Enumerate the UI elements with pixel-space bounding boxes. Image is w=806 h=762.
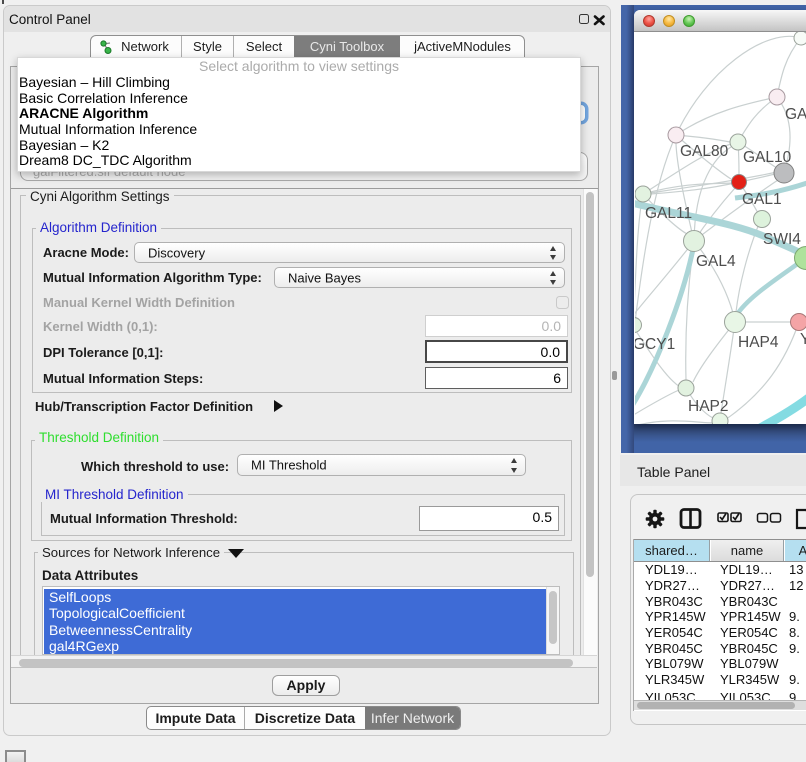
svg-text:GAL10: GAL10: [743, 149, 792, 166]
svg-text:GCY1: GCY1: [635, 336, 675, 353]
svg-text:Y: Y: [800, 331, 806, 348]
svg-text:GAL11: GAL11: [645, 205, 692, 222]
svg-text:GAL4: GAL4: [696, 253, 736, 270]
svg-text:HAP2: HAP2: [688, 398, 729, 415]
svg-text:GAL1: GAL1: [742, 191, 782, 208]
svg-text:SWI4: SWI4: [763, 231, 801, 248]
svg-text:GAL: GAL: [785, 106, 806, 123]
svg-text:HAP4: HAP4: [738, 334, 779, 351]
svg-text:GAL80: GAL80: [680, 143, 729, 160]
